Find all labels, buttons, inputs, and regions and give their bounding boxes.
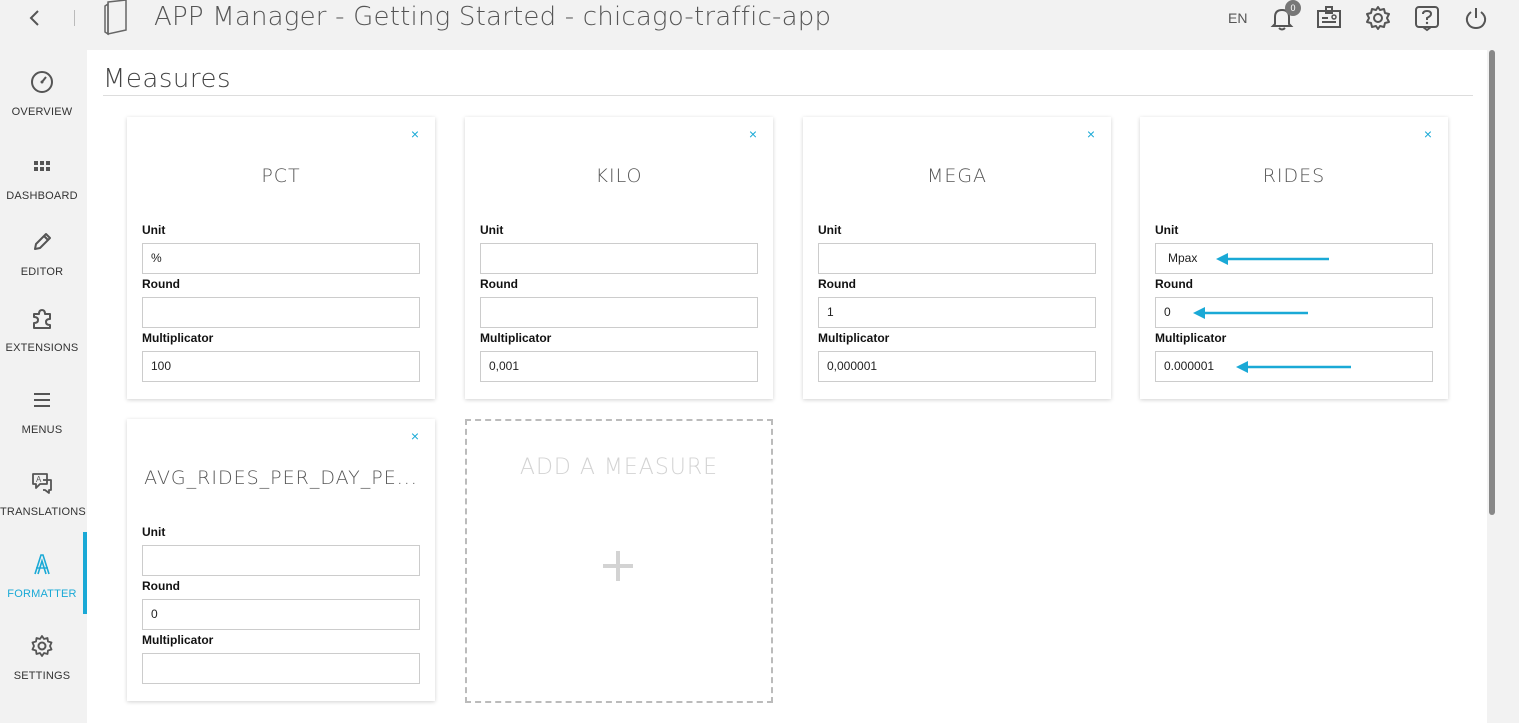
sidebar-item-formatter[interactable]: FORMATTER (0, 532, 87, 614)
sidebar-item-label: MENUS (21, 424, 63, 436)
plus-icon (603, 551, 633, 581)
round-input[interactable] (480, 297, 758, 328)
sidebar-item-extensions[interactable]: EXTENSIONS (0, 306, 87, 386)
unit-label: Unit (818, 223, 842, 237)
add-measure-label: ADD A MEASURE (519, 455, 719, 480)
sidebar-item-overview[interactable]: OVERVIEW (0, 70, 87, 150)
measure-name: KILO (595, 165, 643, 187)
round-input[interactable]: 1 (818, 297, 1096, 328)
gear-icon (30, 634, 54, 658)
measure-card-pct: × PCT Unit % Round Multiplicator 100 (127, 117, 435, 399)
grid-icon (30, 154, 54, 178)
multiplicator-label: Multiplicator (142, 633, 214, 647)
round-label: Round (480, 277, 518, 291)
divider (103, 95, 1473, 96)
annotation-arrow (1216, 253, 1329, 265)
language-selector[interactable]: EN (1228, 10, 1247, 26)
measure-card-mega: × MEGA Unit Round 1 Multiplicator 0,0000… (803, 117, 1111, 399)
multiplicator-input[interactable]: 0,001 (480, 351, 758, 382)
close-icon[interactable]: × (411, 429, 419, 443)
unit-label: Unit (480, 223, 504, 237)
measure-card-avg-rides-per-day: × AVG_RIDES_PER_DAY_PE... Unit Round 0 M… (127, 419, 435, 701)
scrollbar-thumb[interactable] (1489, 50, 1495, 515)
unit-input[interactable] (818, 243, 1096, 274)
measure-name: AVG_RIDES_PER_DAY_PE... (144, 467, 418, 489)
close-icon[interactable]: × (411, 127, 419, 141)
id-card-icon[interactable] (1315, 4, 1343, 32)
sidebar-item-editor[interactable]: EDITOR (0, 230, 87, 310)
menu-icon (30, 388, 54, 412)
app-icon (102, 0, 130, 36)
sidebar-item-label: TRANSLATIONS (0, 506, 86, 518)
measure-name: RIDES (1262, 165, 1326, 187)
measure-card-kilo: × KILO Unit Round Multiplicator 0,001 (465, 117, 773, 399)
sidebar-item-label: EXTENSIONS (5, 342, 79, 354)
sidebar-item-settings[interactable]: SETTINGS (0, 634, 87, 714)
sidebar: OVERVIEW DASHBOARD EDITOR EXTENSIONS MEN… (0, 50, 87, 723)
multiplicator-input[interactable]: 100 (142, 351, 420, 382)
multiplicator-label: Multiplicator (1155, 331, 1227, 345)
svg-text:A: A (36, 475, 42, 484)
puzzle-icon (30, 306, 54, 330)
multiplicator-label: Multiplicator (818, 331, 890, 345)
sidebar-item-dashboard[interactable]: DASHBOARD (0, 154, 87, 234)
sidebar-item-label: DASHBOARD (6, 190, 78, 202)
pencil-icon (30, 230, 54, 254)
main-panel: Measures × PCT Unit % Round Multiplicato… (87, 50, 1487, 723)
gear-icon[interactable] (1364, 4, 1392, 32)
round-label: Round (142, 277, 180, 291)
round-input[interactable] (142, 297, 420, 328)
round-input[interactable]: 0 (142, 599, 420, 630)
multiplicator-label: Multiplicator (142, 331, 214, 345)
sidebar-item-menus[interactable]: MENUS (0, 388, 87, 468)
add-measure-button[interactable]: ADD A MEASURE (465, 419, 773, 703)
round-label: Round (818, 277, 856, 291)
sidebar-item-label: OVERVIEW (11, 106, 73, 118)
unit-label: Unit (1155, 223, 1179, 237)
multiplicator-label: Multiplicator (480, 331, 552, 345)
gauge-icon (30, 70, 54, 94)
multiplicator-input[interactable]: 0,000001 (818, 351, 1096, 382)
formatter-icon (30, 552, 54, 576)
close-icon[interactable]: × (1424, 127, 1432, 141)
unit-label: Unit (142, 525, 166, 539)
measure-card-rides: × RIDES Unit Mpax Round 0 Multiplicator … (1140, 117, 1448, 399)
unit-input[interactable]: % (142, 243, 420, 274)
close-icon[interactable]: × (1087, 127, 1095, 141)
page-title: APP Manager - Getting Started - chicago-… (154, 2, 832, 32)
multiplicator-input[interactable] (142, 653, 420, 684)
notification-badge: 0 (1285, 0, 1301, 16)
translate-icon: A (30, 470, 54, 494)
unit-input[interactable] (142, 545, 420, 576)
annotation-arrow (1193, 307, 1308, 319)
back-chevron-icon[interactable] (24, 6, 46, 30)
measure-name: MEGA (926, 165, 988, 187)
section-title: Measures (103, 64, 232, 94)
sidebar-item-label: SETTINGS (13, 670, 71, 682)
sidebar-item-label: FORMATTER (7, 588, 77, 600)
unit-label: Unit (142, 223, 166, 237)
measure-name: PCT (261, 165, 301, 187)
round-label: Round (1155, 277, 1193, 291)
annotation-arrow (1236, 361, 1351, 373)
sidebar-item-label: EDITOR (20, 266, 64, 278)
help-icon[interactable] (1413, 4, 1441, 32)
close-icon[interactable]: × (749, 127, 757, 141)
round-label: Round (142, 579, 180, 593)
divider (74, 10, 75, 26)
top-bar: APP Manager - Getting Started - chicago-… (0, 0, 1519, 40)
power-icon[interactable] (1462, 4, 1490, 32)
unit-input[interactable] (480, 243, 758, 274)
